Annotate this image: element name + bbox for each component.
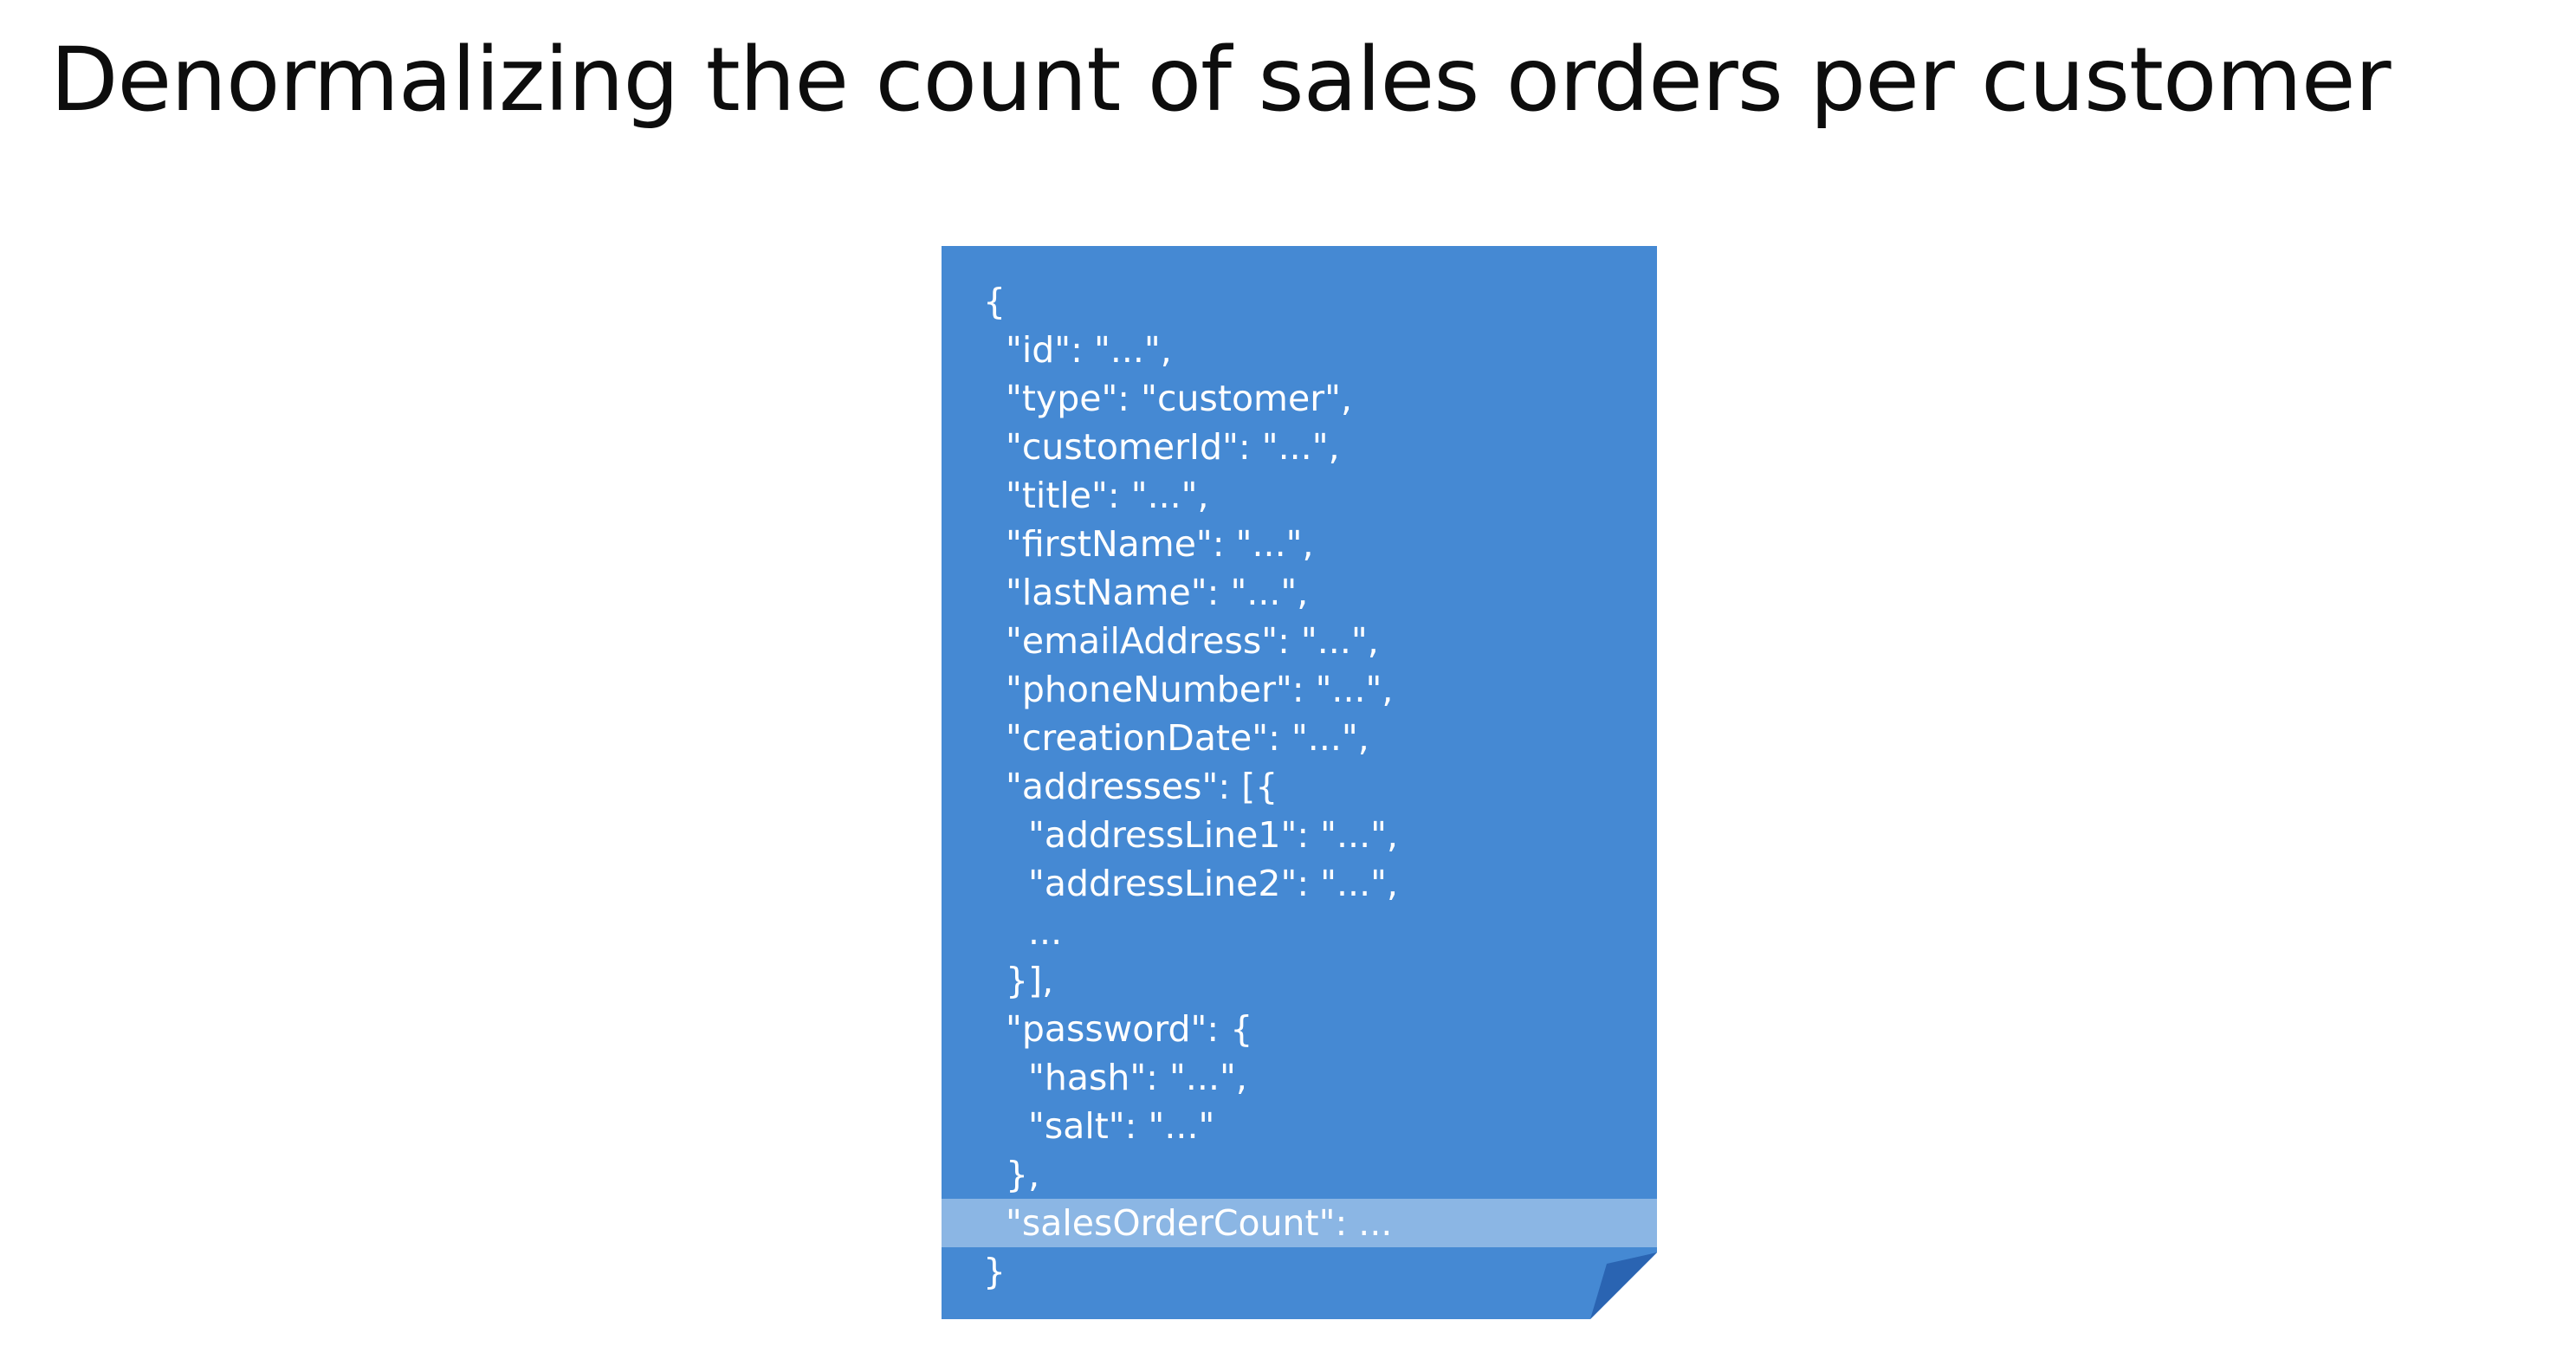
highlighted-sales-order-count-line: "salesOrderCount": ... (942, 1199, 1657, 1247)
code-line: "customerId": "...", (1006, 426, 1340, 468)
code-line: "hash": "...", (1028, 1057, 1247, 1098)
code-line: }, (1006, 1154, 1040, 1195)
slide-title: Denormalizing the count of sales orders … (50, 29, 2392, 132)
code-line: } (983, 1251, 1006, 1292)
code-line: "addressLine2": "...", (1028, 863, 1399, 904)
code-line: "id": "...", (1006, 329, 1172, 371)
code-line: "addresses": [{ (1006, 766, 1278, 807)
code-line: "addressLine1": "...", (1028, 814, 1399, 856)
code-line: { (983, 281, 1006, 322)
code-line: "phoneNumber": "...", (1006, 669, 1394, 710)
code-line: }], (1006, 960, 1054, 1001)
code-line: "password": { (1006, 1008, 1253, 1050)
code-line: ... (1028, 911, 1063, 953)
code-line: "firstName": "...", (1006, 523, 1314, 565)
code-line: "type": "customer", (1006, 378, 1352, 419)
code-line: "salt": "..." (1028, 1105, 1215, 1147)
code-line: "title": "...", (1006, 475, 1209, 516)
customer-document: { "id": "...", "type": "customer", "cust… (942, 246, 1657, 1319)
json-code: { "id": "...", "type": "customer", "cust… (942, 277, 1657, 1296)
code-line: "lastName": "...", (1006, 572, 1309, 613)
code-line: "emailAddress": "...", (1006, 620, 1379, 662)
code-line: "creationDate": "...", (1006, 717, 1369, 759)
